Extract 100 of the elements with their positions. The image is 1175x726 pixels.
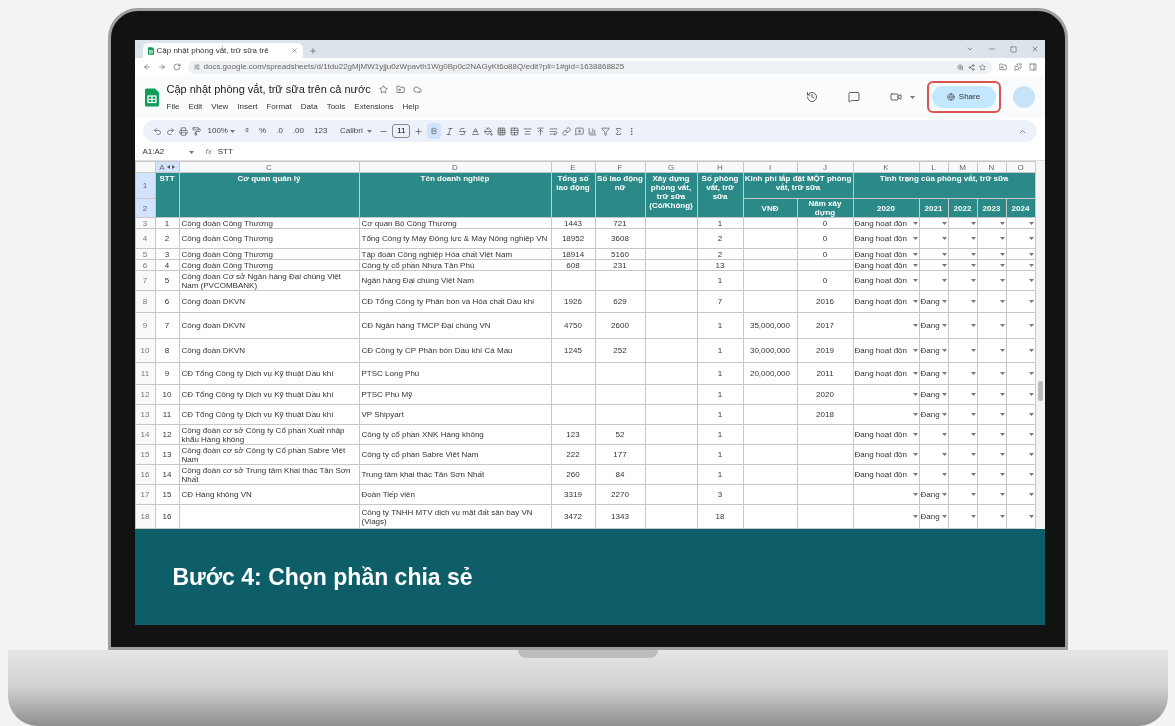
text-color-icon[interactable]: [471, 126, 481, 136]
menu-item[interactable]: Edit: [188, 100, 203, 113]
row-header[interactable]: 6: [135, 259, 155, 271]
menu-item[interactable]: Help: [402, 100, 419, 113]
row-header[interactable]: 14: [135, 424, 155, 445]
extensions-icon[interactable]: [1013, 63, 1022, 71]
font-dropdown[interactable]: Calibri: [334, 123, 376, 139]
dropdown-cell[interactable]: Đang hoạt độn: [854, 249, 918, 259]
menu-item[interactable]: Extensions: [354, 100, 394, 113]
print-icon[interactable]: [178, 126, 188, 136]
bold-button[interactable]: [427, 123, 442, 139]
row-header[interactable]: 15: [135, 444, 155, 465]
fill-color-icon[interactable]: [484, 126, 494, 136]
row-header[interactable]: 5: [135, 248, 155, 260]
reload-icon[interactable]: [172, 63, 181, 71]
row-header[interactable]: 1: [135, 172, 155, 199]
decrease-decimals-button[interactable]: .0: [273, 123, 286, 139]
menu-item[interactable]: Insert: [237, 100, 258, 113]
merge-cells-icon[interactable]: [510, 126, 520, 136]
chart-icon[interactable]: [588, 126, 598, 136]
menu-item[interactable]: Data: [300, 100, 318, 113]
row-header[interactable]: 18: [135, 504, 155, 529]
dropdown-cell[interactable]: Đang hoạt độn: [854, 218, 918, 228]
share-icon[interactable]: [967, 63, 975, 71]
forward-icon[interactable]: [157, 63, 166, 71]
row-header[interactable]: 9: [135, 312, 155, 339]
site-settings-icon[interactable]: [193, 64, 200, 70]
menu-item[interactable]: View: [211, 100, 229, 113]
comment-icon[interactable]: [847, 91, 860, 103]
column-header[interactable]: K: [883, 162, 889, 172]
link-icon[interactable]: [562, 126, 572, 136]
filter-icon[interactable]: [601, 126, 611, 136]
close-icon[interactable]: [1030, 45, 1039, 53]
add-comment-icon[interactable]: [575, 126, 585, 136]
cloud-icon[interactable]: [412, 85, 422, 94]
document-title[interactable]: Cập nhật phòng vắt, trữ sữa trên cả nước: [166, 81, 371, 98]
column-header[interactable]: H: [717, 162, 723, 172]
name-box[interactable]: A1:A2: [142, 146, 183, 158]
italic-icon[interactable]: [445, 126, 455, 136]
video-icon[interactable]: [889, 91, 902, 103]
align-icon[interactable]: [523, 126, 533, 136]
scrollbar-thumb[interactable]: [1037, 381, 1043, 401]
history-icon[interactable]: [805, 91, 818, 103]
table-cell: 3319: [551, 484, 595, 505]
row-header[interactable]: 12: [135, 384, 155, 405]
increase-decimals-button[interactable]: .00: [289, 123, 307, 139]
share-button[interactable]: Share: [931, 86, 996, 108]
dropdown-cell[interactable]: Đang hoạt độn: [854, 260, 918, 270]
zoom-icon[interactable]: [956, 63, 964, 71]
new-tab-icon[interactable]: [308, 46, 317, 55]
percent-button[interactable]: %: [256, 123, 270, 139]
plus-icon[interactable]: [414, 126, 424, 136]
row-header[interactable]: 13: [135, 404, 155, 425]
paint-format-icon[interactable]: [191, 126, 201, 136]
column-header[interactable]: E: [570, 162, 576, 172]
address-bar[interactable]: docs.google.com/spreadsheets/d/1tdu22gMjMW1yjju0zWpavth1Wg0Bp0c2NAGyKt6o88Q/edit?pli=1#gid=1638868825: [187, 60, 992, 74]
column-header[interactable]: G: [667, 162, 675, 172]
borders-icon[interactable]: [497, 126, 507, 136]
currency-button[interactable]: ₫: [241, 123, 253, 139]
zoom-dropdown[interactable]: 100%: [204, 123, 238, 139]
folder-icon[interactable]: [998, 63, 1007, 71]
row-header[interactable]: 17: [135, 484, 155, 505]
globe-icon[interactable]: [946, 93, 955, 101]
chevron-down-icon[interactable]: [965, 45, 974, 53]
move-icon[interactable]: [395, 85, 405, 94]
maximize-icon[interactable]: [1009, 45, 1017, 53]
bookmark-star-icon[interactable]: [978, 63, 986, 71]
row-header[interactable]: 11: [135, 362, 155, 385]
strikethrough-icon[interactable]: [458, 126, 468, 136]
formula-field[interactable]: STT: [217, 146, 233, 158]
functions-icon[interactable]: [614, 126, 624, 136]
column-header[interactable]: L: [931, 162, 936, 172]
column-header[interactable]: C: [266, 162, 272, 172]
font-size-field[interactable]: 11: [392, 124, 411, 138]
undo-icon[interactable]: [152, 126, 162, 136]
wrap-icon[interactable]: [549, 126, 559, 136]
column-header[interactable]: F: [617, 162, 623, 172]
row-header[interactable]: 10: [135, 338, 155, 363]
bold-icon[interactable]: [430, 127, 439, 135]
browser-tab[interactable]: Cập nhật phòng vắt, trữ sữa trê: [142, 43, 303, 58]
row-header[interactable]: 7: [135, 270, 155, 291]
number-format-button[interactable]: 123: [311, 123, 331, 139]
redo-icon[interactable]: [165, 126, 175, 136]
column-header[interactable]: J: [823, 162, 827, 172]
star-icon[interactable]: [378, 85, 388, 94]
close-icon[interactable]: [290, 47, 298, 54]
back-icon[interactable]: [142, 63, 151, 71]
menu-item[interactable]: File: [166, 100, 180, 113]
hidden-columns-arrows-icon[interactable]: [166, 165, 175, 170]
menu-item[interactable]: Tools: [326, 100, 346, 113]
column-header[interactable]: D: [452, 162, 458, 172]
row-header[interactable]: 16: [135, 464, 155, 485]
column-header[interactable]: I: [768, 162, 772, 172]
side-panel-icon[interactable]: [1028, 63, 1037, 71]
vertical-align-icon[interactable]: [536, 126, 546, 136]
row-header[interactable]: 8: [135, 290, 155, 313]
row-header[interactable]: 4: [135, 228, 155, 249]
row-header[interactable]: 3: [135, 217, 155, 229]
menu-item[interactable]: Format: [266, 100, 292, 113]
table-cell: 13: [697, 259, 743, 271]
